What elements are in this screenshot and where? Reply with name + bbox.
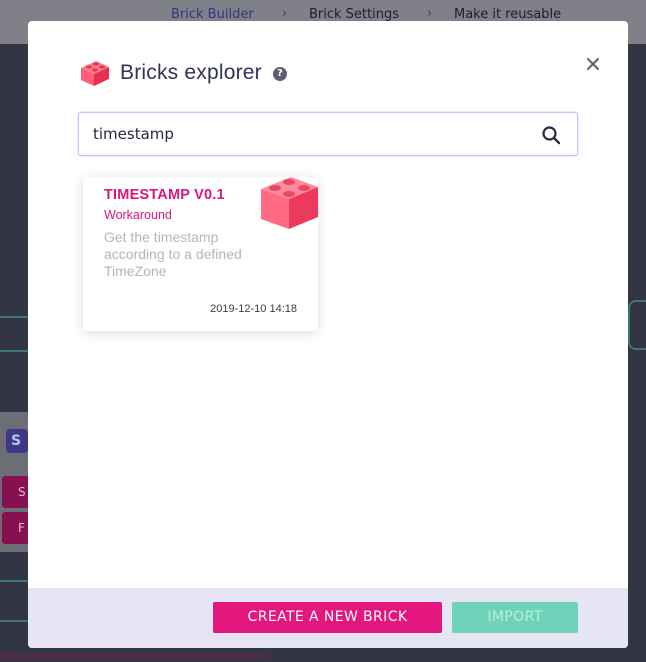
brick-name: TIMESTAMP V0.1 [104, 187, 225, 203]
close-icon[interactable] [583, 54, 603, 74]
search-icon[interactable] [541, 125, 561, 145]
modal-title: Bricks explorer [120, 61, 262, 84]
brick-card[interactable]: TIMESTAMP V0.1 Workaround Get the timest… [83, 177, 318, 331]
breadcrumb-separator-icon: › [427, 6, 433, 21]
brick-logo-icon [81, 61, 109, 86]
breadcrumb-make-reusable[interactable]: Make it reusable [454, 7, 561, 22]
search-input[interactable] [93, 113, 523, 155]
breadcrumb-brick-builder[interactable]: Brick Builder [171, 7, 254, 22]
bricks-explorer-modal: Bricks explorer ? TIMESTAMP V0.1 Workaro… [28, 21, 628, 648]
search-box [78, 112, 578, 156]
import-button[interactable]: IMPORT [452, 602, 578, 633]
breadcrumb-brick-settings[interactable]: Brick Settings [309, 7, 399, 22]
background-chip: S [6, 429, 28, 453]
background-button: S [2, 476, 30, 508]
background-connector-line [0, 316, 30, 318]
background-connector-line [0, 580, 30, 582]
create-new-brick-button[interactable]: CREATE A NEW BRICK [213, 602, 442, 633]
background-connector-line [0, 350, 30, 352]
background-connector-line [0, 655, 270, 657]
brick-description: Get the timestamp according to a defined… [104, 229, 242, 279]
brick-icon [261, 177, 318, 229]
modal-footer: CREATE A NEW BRICK IMPORT [28, 588, 628, 648]
breadcrumb-separator-icon: › [282, 6, 288, 21]
brick-category: Workaround [104, 208, 172, 222]
question-circle-icon[interactable]: ? [272, 67, 287, 81]
brick-date: 2019-12-10 14:18 [210, 303, 297, 315]
background-connector-line [628, 300, 646, 350]
background-button: F [2, 512, 30, 544]
background-connector-line [0, 620, 30, 622]
modal-header: Bricks explorer ? [80, 59, 287, 87]
